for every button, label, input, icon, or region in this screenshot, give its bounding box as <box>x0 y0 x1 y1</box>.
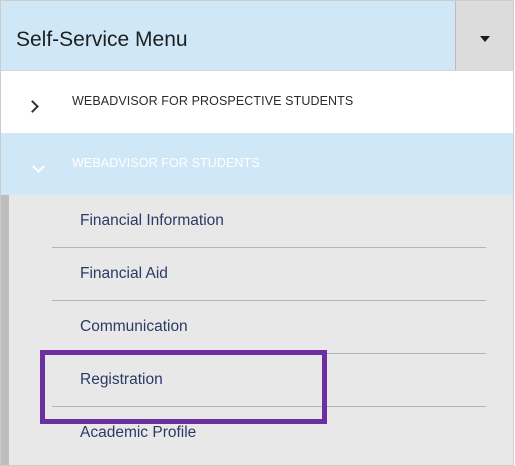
section-label: WEBADVISOR FOR PROSPECTIVE STUDENTS <box>72 94 354 108</box>
submenu-item-academic-profile[interactable]: Academic Profile <box>52 407 486 460</box>
submenu-item-financial-aid[interactable]: Financial Aid <box>52 248 486 301</box>
submenu-item-financial-information[interactable]: Financial Information <box>52 195 486 248</box>
section-label: WEBADVISOR FOR STUDENTS <box>72 156 260 170</box>
chevron-down-icon <box>32 160 45 173</box>
caret-down-icon <box>480 36 490 42</box>
submenu-item-communication[interactable]: Communication <box>52 301 486 354</box>
submenu-item-label: Financial Aid <box>80 265 168 282</box>
submenu-rail <box>1 195 9 465</box>
self-service-menu: Self-Service Menu WEBADVISOR FOR PROSPEC… <box>0 0 514 466</box>
students-submenu: Financial Information Financial Aid Comm… <box>1 195 513 465</box>
section-prospective-students[interactable]: WEBADVISOR FOR PROSPECTIVE STUDENTS <box>1 71 513 133</box>
submenu-item-label: Communication <box>80 318 188 335</box>
menu-title: Self-Service Menu <box>16 28 188 51</box>
chevron-right-icon <box>26 100 39 113</box>
submenu-item-registration[interactable]: Registration <box>52 354 486 407</box>
menu-header: Self-Service Menu <box>1 1 513 71</box>
submenu-item-label: Registration <box>80 371 163 388</box>
submenu-item-label: Academic Profile <box>80 424 197 441</box>
menu-toggle-button[interactable] <box>455 1 513 70</box>
section-students[interactable]: WEBADVISOR FOR STUDENTS <box>1 133 513 195</box>
submenu-item-label: Financial Information <box>80 212 224 229</box>
